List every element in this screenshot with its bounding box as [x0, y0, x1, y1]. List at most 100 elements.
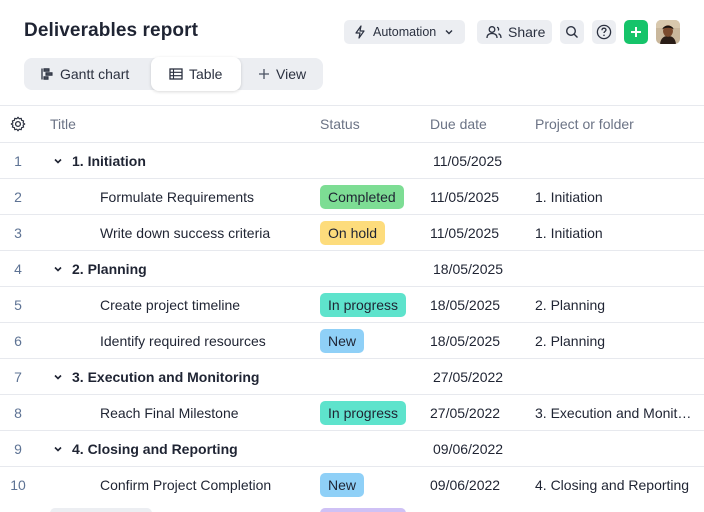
column-header-due-date[interactable]: Due date [430, 106, 530, 142]
project-cell[interactable] [535, 359, 700, 395]
row-title-text: Write down success criteria [100, 225, 271, 241]
tab-gantt-chart[interactable]: Gantt chart [40, 58, 129, 90]
project-cell[interactable]: 2. Planning [535, 287, 700, 323]
column-header-title[interactable]: Title [50, 106, 312, 142]
row-title[interactable]: 4. Closing and Reporting [50, 431, 312, 467]
plus-icon [258, 68, 270, 80]
project-name: 2. Planning [535, 333, 606, 349]
row-title-text: Create project timeline [100, 297, 241, 313]
settings-cell[interactable] [0, 106, 36, 142]
row-title-text: Identify required resources [100, 333, 266, 349]
row-title[interactable]: 2. Planning [50, 251, 312, 287]
table-row[interactable]: 8 Reach Final Milestone In progress 27/05/2… [0, 394, 704, 430]
group-row[interactable]: 4 2. Planning 18/05/2025 [0, 250, 704, 286]
help-button[interactable] [592, 20, 616, 44]
row-number: 4 [14, 261, 22, 277]
column-header-status[interactable]: Status [320, 106, 420, 142]
status-badge[interactable]: Completed [320, 185, 404, 209]
project-cell[interactable]: 4. Closing and Reporting [535, 467, 700, 503]
row-title-text: 2. Planning [72, 261, 147, 277]
project-name: 3. Execution and Monit… [535, 405, 692, 421]
due-date-cell[interactable]: 18/05/2025 [430, 323, 530, 359]
row-title[interactable]: Formulate Requirements [50, 179, 312, 215]
row-title[interactable]: Confirm Project Completion [50, 467, 312, 503]
group-row[interactable]: 1 1. Initiation 11/05/2025 [0, 142, 704, 178]
status-cell[interactable] [320, 143, 420, 179]
people-icon [486, 25, 502, 39]
status-badge[interactable]: On hold [320, 221, 386, 245]
chevron-down-icon[interactable] [53, 444, 63, 454]
project-cell[interactable]: 2. Planning [535, 323, 700, 359]
due-date-cell[interactable]: 27/05/2022 [433, 359, 533, 395]
row-number: 5 [14, 297, 22, 313]
row-number: 8 [14, 405, 22, 421]
chevron-down-icon[interactable] [53, 264, 63, 274]
tab-add-view[interactable]: View [258, 58, 306, 90]
due-date-cell[interactable]: 11/05/2025 [430, 215, 530, 251]
row-number: 1 [14, 153, 22, 169]
status-cell[interactable]: On hold [320, 215, 420, 251]
project-cell[interactable]: 1. Initiation [535, 179, 700, 215]
row-number: 6 [14, 333, 22, 349]
column-header-project[interactable]: Project or folder [535, 106, 700, 142]
project-cell[interactable] [535, 431, 700, 467]
row-title[interactable]: Write down success criteria [50, 215, 312, 251]
table-row[interactable]: 5 Create project timeline In progress 18/05… [0, 286, 704, 322]
table-row[interactable]: 6 Identify required resources New 18/05/202… [0, 322, 704, 358]
status-cell[interactable]: Completed [320, 179, 420, 215]
due-date-cell[interactable]: 09/06/2022 [433, 431, 533, 467]
status-badge[interactable]: In progress [320, 293, 407, 317]
search-button[interactable] [560, 20, 584, 44]
status-cell[interactable] [320, 359, 420, 395]
status-cell[interactable]: New [320, 323, 420, 359]
row-title[interactable]: 3. Execution and Monitoring [50, 359, 312, 395]
plus-icon [630, 26, 642, 38]
due-date-cell[interactable]: 11/05/2025 [430, 179, 530, 215]
project-cell[interactable]: 3. Execution and Monit… [535, 395, 700, 431]
due-date-cell[interactable]: 11/05/2025 [433, 143, 533, 179]
group-row[interactable]: 9 4. Closing and Reporting 09/06/2022 [0, 430, 704, 466]
table-header: Title Status Due date Project or folder [0, 105, 704, 142]
row-title[interactable]: 1. Initiation [50, 143, 312, 179]
project-cell[interactable] [535, 251, 700, 287]
automation-button[interactable]: Automation [344, 20, 465, 44]
due-date-cell[interactable]: 27/05/2022 [430, 395, 530, 431]
gear-icon[interactable] [10, 116, 26, 132]
status-cell[interactable]: In progress [320, 287, 420, 323]
status-cell[interactable]: In progress [320, 395, 420, 431]
row-title-text: 3. Execution and Monitoring [72, 369, 260, 385]
due-date-cell[interactable]: 18/05/2025 [433, 251, 533, 287]
tab-label: Table [189, 66, 223, 82]
table-row[interactable]: 10 Confirm Project Completion New 09/06/202… [0, 466, 704, 502]
table-row[interactable]: 3 Write down success criteria On hold 11/05… [0, 214, 704, 250]
deliverables-table: Title Status Due date Project or folder … [0, 105, 704, 502]
gantt-icon [40, 67, 54, 81]
status-cell[interactable]: New [320, 467, 420, 503]
row-number: 9 [14, 441, 22, 457]
row-title[interactable]: Identify required resources [50, 323, 312, 359]
table-row[interactable]: 2 Formulate Requirements Completed 11/05/20… [0, 178, 704, 214]
row-title-text: Formulate Requirements [100, 189, 255, 205]
status-badge[interactable]: In progress [320, 401, 407, 425]
lightning-icon [353, 25, 367, 39]
status-badge[interactable]: New [320, 329, 365, 353]
status-badge[interactable]: New [320, 473, 365, 497]
avatar[interactable] [656, 20, 680, 44]
tab-table[interactable]: Table [151, 57, 241, 91]
chevron-down-icon[interactable] [53, 372, 63, 382]
share-button[interactable]: Share [477, 20, 552, 44]
group-row[interactable]: 7 3. Execution and Monitoring 27/05/2022 [0, 358, 704, 394]
add-button[interactable] [624, 20, 648, 44]
project-cell[interactable]: 1. Initiation [535, 215, 700, 251]
row-title[interactable]: Create project timeline [50, 287, 312, 323]
due-date-cell[interactable]: 18/05/2025 [430, 287, 530, 323]
status-cell[interactable] [320, 251, 420, 287]
due-date-cell[interactable]: 09/06/2022 [430, 467, 530, 503]
row-number: 2 [14, 189, 22, 205]
project-cell[interactable] [535, 143, 700, 179]
status-cell[interactable] [320, 431, 420, 467]
chevron-down-icon[interactable] [53, 156, 63, 166]
row-number: 10 [10, 477, 26, 493]
project-name: 2. Planning [535, 297, 606, 313]
row-title[interactable]: Reach Final Milestone [50, 395, 312, 431]
